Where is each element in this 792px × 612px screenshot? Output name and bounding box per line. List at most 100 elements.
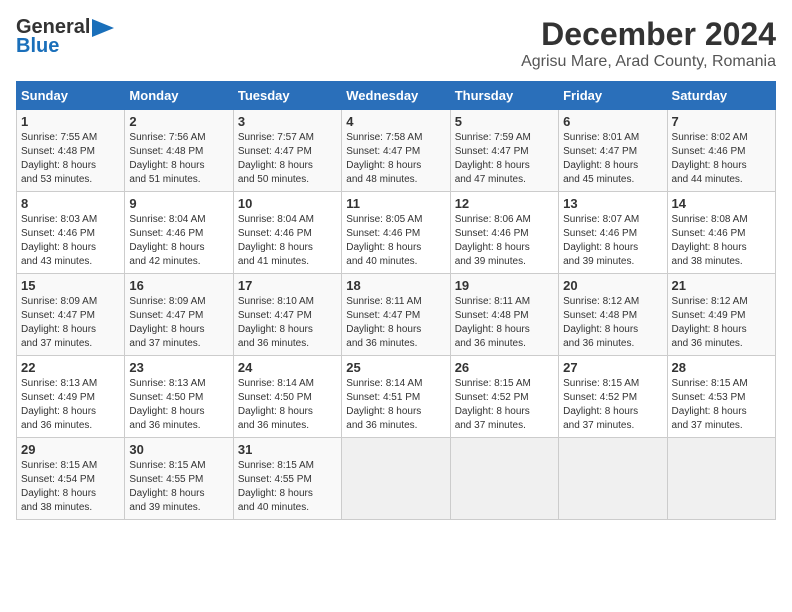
calendar-cell: 11 Sunrise: 8:05 AM Sunset: 4:46 PM Dayli…	[342, 192, 450, 274]
page-subtitle: Agrisu Mare, Arad County, Romania	[521, 53, 776, 71]
day-number: 23	[129, 360, 228, 375]
cell-sun-info: Sunrise: 7:57 AM Sunset: 4:47 PM Dayligh…	[238, 131, 337, 187]
calendar-cell: 6Sunrise: 8:01 AM Sunset: 4:47 PM Daylig…	[559, 110, 667, 192]
cell-sun-info: Sunrise: 8:02 AM Sunset: 4:46 PM Dayligh…	[672, 131, 771, 187]
cell-sun-info: Sunrise: 8:08 AM Sunset: 4:46 PM Dayligh…	[672, 213, 771, 269]
day-number: 18	[346, 278, 445, 293]
calendar-cell: 5 Sunrise: 7:59 AM Sunset: 4:47 PM Daylig…	[450, 110, 558, 192]
day-number: 30	[129, 442, 228, 457]
calendar-week-1: 1 Sunrise: 7:55 AM Sunset: 4:48 PM Daylig…	[17, 110, 776, 192]
cell-sun-info: Sunrise: 8:15 AM Sunset: 4:55 PM Dayligh…	[238, 459, 337, 515]
cell-sun-info: Sunrise: 7:55 AM Sunset: 4:48 PM Dayligh…	[21, 131, 120, 187]
day-number: 15	[21, 278, 120, 293]
cell-sun-info: Sunrise: 8:15 AM Sunset: 4:53 PM Dayligh…	[672, 377, 771, 433]
day-header-wednesday: Wednesday	[342, 82, 450, 110]
cell-sun-info: Sunrise: 8:07 AM Sunset: 4:46 PM Dayligh…	[563, 213, 662, 269]
day-header-saturday: Saturday	[667, 82, 775, 110]
calendar-cell: 21Sunrise: 8:12 AM Sunset: 4:49 PM Dayli…	[667, 274, 775, 356]
calendar-cell: 23 Sunrise: 8:13 AM Sunset: 4:50 PM Dayli…	[125, 356, 233, 438]
calendar-cell: 14 Sunrise: 8:08 AM Sunset: 4:46 PM Dayli…	[667, 192, 775, 274]
cell-sun-info: Sunrise: 8:13 AM Sunset: 4:49 PM Dayligh…	[21, 377, 120, 433]
day-number: 26	[455, 360, 554, 375]
calendar-cell: 16 Sunrise: 8:09 AM Sunset: 4:47 PM Dayli…	[125, 274, 233, 356]
day-number: 2	[129, 114, 228, 129]
day-header-tuesday: Tuesday	[233, 82, 341, 110]
calendar-cell: 25 Sunrise: 8:14 AM Sunset: 4:51 PM Dayli…	[342, 356, 450, 438]
cell-sun-info: Sunrise: 8:09 AM Sunset: 4:47 PM Dayligh…	[21, 295, 120, 351]
calendar-table: SundayMondayTuesdayWednesdayThursdayFrid…	[16, 81, 776, 520]
cell-sun-info: Sunrise: 8:03 AM Sunset: 4:46 PM Dayligh…	[21, 213, 120, 269]
logo-arrow-icon	[92, 19, 114, 37]
calendar-cell	[450, 438, 558, 520]
day-number: 29	[21, 442, 120, 457]
calendar-cell: 20Sunrise: 8:12 AM Sunset: 4:48 PM Dayli…	[559, 274, 667, 356]
calendar-cell: 17 Sunrise: 8:10 AM Sunset: 4:47 PM Dayli…	[233, 274, 341, 356]
cell-sun-info: Sunrise: 8:05 AM Sunset: 4:46 PM Dayligh…	[346, 213, 445, 269]
calendar-cell: 9 Sunrise: 8:04 AM Sunset: 4:46 PM Daylig…	[125, 192, 233, 274]
calendar-cell: 10Sunrise: 8:04 AM Sunset: 4:46 PM Dayli…	[233, 192, 341, 274]
calendar-week-5: 29 Sunrise: 8:15 AM Sunset: 4:54 PM Dayli…	[17, 438, 776, 520]
calendar-cell: 28 Sunrise: 8:15 AM Sunset: 4:53 PM Dayli…	[667, 356, 775, 438]
day-number: 11	[346, 196, 445, 211]
cell-sun-info: Sunrise: 8:04 AM Sunset: 4:46 PM Dayligh…	[129, 213, 228, 269]
day-header-monday: Monday	[125, 82, 233, 110]
cell-sun-info: Sunrise: 8:15 AM Sunset: 4:52 PM Dayligh…	[455, 377, 554, 433]
day-number: 4	[346, 114, 445, 129]
day-number: 24	[238, 360, 337, 375]
day-number: 19	[455, 278, 554, 293]
day-number: 8	[21, 196, 120, 211]
calendar-cell: 26 Sunrise: 8:15 AM Sunset: 4:52 PM Dayli…	[450, 356, 558, 438]
calendar-cell: 15 Sunrise: 8:09 AM Sunset: 4:47 PM Dayli…	[17, 274, 125, 356]
calendar-cell: 22 Sunrise: 8:13 AM Sunset: 4:49 PM Dayli…	[17, 356, 125, 438]
day-number: 22	[21, 360, 120, 375]
calendar-cell: 7 Sunrise: 8:02 AM Sunset: 4:46 PM Daylig…	[667, 110, 775, 192]
day-number: 28	[672, 360, 771, 375]
cell-sun-info: Sunrise: 8:13 AM Sunset: 4:50 PM Dayligh…	[129, 377, 228, 433]
day-number: 31	[238, 442, 337, 457]
day-number: 7	[672, 114, 771, 129]
cell-sun-info: Sunrise: 8:06 AM Sunset: 4:46 PM Dayligh…	[455, 213, 554, 269]
calendar-cell: 13Sunrise: 8:07 AM Sunset: 4:46 PM Dayli…	[559, 192, 667, 274]
title-block: December 2024 Agrisu Mare, Arad County, …	[521, 16, 776, 71]
day-number: 25	[346, 360, 445, 375]
cell-sun-info: Sunrise: 7:59 AM Sunset: 4:47 PM Dayligh…	[455, 131, 554, 187]
calendar-cell: 8 Sunrise: 8:03 AM Sunset: 4:46 PM Daylig…	[17, 192, 125, 274]
cell-sun-info: Sunrise: 8:04 AM Sunset: 4:46 PM Dayligh…	[238, 213, 337, 269]
calendar-cell: 2Sunrise: 7:56 AM Sunset: 4:48 PM Daylig…	[125, 110, 233, 192]
calendar-week-2: 8 Sunrise: 8:03 AM Sunset: 4:46 PM Daylig…	[17, 192, 776, 274]
day-number: 9	[129, 196, 228, 211]
day-number: 16	[129, 278, 228, 293]
day-number: 14	[672, 196, 771, 211]
calendar-cell	[667, 438, 775, 520]
day-number: 1	[21, 114, 120, 129]
day-number: 17	[238, 278, 337, 293]
calendar-header-row: SundayMondayTuesdayWednesdayThursdayFrid…	[17, 82, 776, 110]
calendar-cell: 4Sunrise: 7:58 AM Sunset: 4:47 PM Daylig…	[342, 110, 450, 192]
calendar-cell: 3 Sunrise: 7:57 AM Sunset: 4:47 PM Daylig…	[233, 110, 341, 192]
calendar-cell	[342, 438, 450, 520]
calendar-cell: 12Sunrise: 8:06 AM Sunset: 4:46 PM Dayli…	[450, 192, 558, 274]
calendar-cell: 30Sunrise: 8:15 AM Sunset: 4:55 PM Dayli…	[125, 438, 233, 520]
calendar-cell: 18 Sunrise: 8:11 AM Sunset: 4:47 PM Dayli…	[342, 274, 450, 356]
calendar-cell: 31 Sunrise: 8:15 AM Sunset: 4:55 PM Dayli…	[233, 438, 341, 520]
day-number: 3	[238, 114, 337, 129]
day-header-friday: Friday	[559, 82, 667, 110]
cell-sun-info: Sunrise: 8:12 AM Sunset: 4:48 PM Dayligh…	[563, 295, 662, 351]
cell-sun-info: Sunrise: 8:11 AM Sunset: 4:47 PM Dayligh…	[346, 295, 445, 351]
day-number: 27	[563, 360, 662, 375]
cell-sun-info: Sunrise: 8:10 AM Sunset: 4:47 PM Dayligh…	[238, 295, 337, 351]
cell-sun-info: Sunrise: 8:09 AM Sunset: 4:47 PM Dayligh…	[129, 295, 228, 351]
cell-sun-info: Sunrise: 8:15 AM Sunset: 4:52 PM Dayligh…	[563, 377, 662, 433]
cell-sun-info: Sunrise: 8:14 AM Sunset: 4:51 PM Dayligh…	[346, 377, 445, 433]
calendar-cell: 29 Sunrise: 8:15 AM Sunset: 4:54 PM Dayli…	[17, 438, 125, 520]
logo: General Blue	[16, 16, 114, 58]
cell-sun-info: Sunrise: 8:12 AM Sunset: 4:49 PM Dayligh…	[672, 295, 771, 351]
day-header-sunday: Sunday	[17, 82, 125, 110]
calendar-cell	[559, 438, 667, 520]
cell-sun-info: Sunrise: 8:01 AM Sunset: 4:47 PM Dayligh…	[563, 131, 662, 187]
page-title: December 2024	[521, 16, 776, 53]
cell-sun-info: Sunrise: 8:15 AM Sunset: 4:54 PM Dayligh…	[21, 459, 120, 515]
day-number: 5	[455, 114, 554, 129]
calendar-week-4: 22 Sunrise: 8:13 AM Sunset: 4:49 PM Dayli…	[17, 356, 776, 438]
calendar-cell: 1 Sunrise: 7:55 AM Sunset: 4:48 PM Daylig…	[17, 110, 125, 192]
